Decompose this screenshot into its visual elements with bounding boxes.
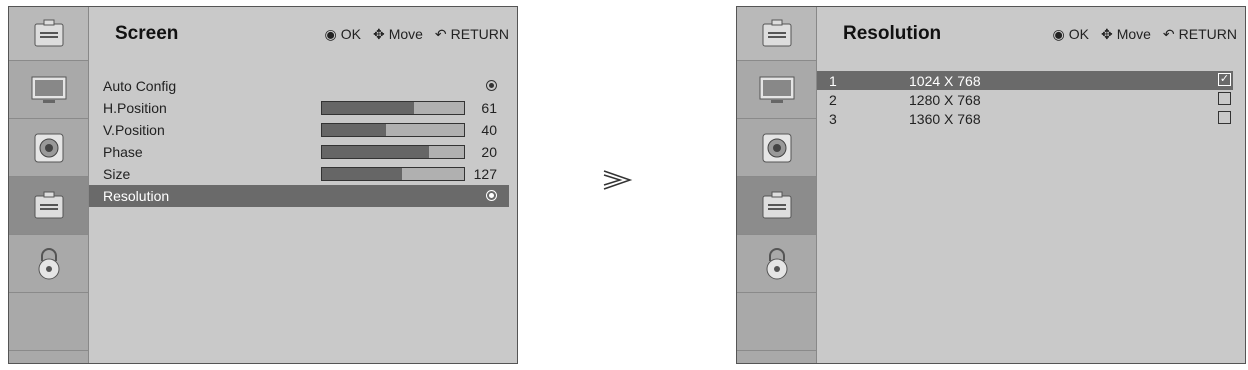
ok-icon: ◉ xyxy=(1052,25,1065,42)
sidebar-item-empty xyxy=(9,293,88,351)
key-hints: ◉ OK ✥ Move ↶ RETURN xyxy=(325,26,510,43)
sidebar-item-lock[interactable] xyxy=(9,235,88,293)
item-label: H.Position xyxy=(103,100,167,116)
resolution-option[interactable]: 1 1024 X 768 ✓ xyxy=(817,71,1233,90)
option-index: 2 xyxy=(829,91,837,108)
option-value: 1280 X 768 xyxy=(909,91,981,108)
resolution-option[interactable]: 3 1360 X 768 xyxy=(817,109,1233,128)
checkbox[interactable] xyxy=(1218,92,1231,105)
menu-item-phase[interactable]: Phase 20 xyxy=(89,141,509,163)
option-index: 1 xyxy=(829,72,837,89)
key-hints: ◉ OK ✥ Move ↶ RETURN xyxy=(1053,26,1238,43)
item-label: V.Position xyxy=(103,122,165,138)
sidebar-header xyxy=(737,7,816,61)
sidebar-header xyxy=(9,7,88,61)
level-bar[interactable] xyxy=(321,101,465,115)
item-value: 127 xyxy=(473,166,497,182)
ok-hint: OK xyxy=(1068,26,1089,42)
checkbox[interactable]: ✓ xyxy=(1218,73,1231,86)
transition-arrow xyxy=(600,168,640,192)
menu-sidebar xyxy=(9,7,89,363)
monitor-icon xyxy=(759,76,794,103)
move-icon: ✥ xyxy=(372,25,385,42)
return-hint: RETURN xyxy=(450,26,509,42)
return-icon: ↶ xyxy=(1162,25,1175,42)
screen-tools-icon xyxy=(34,191,63,218)
option-value: 1024 X 768 xyxy=(909,72,981,89)
sidebar-item-audio[interactable] xyxy=(9,119,88,177)
sidebar-item-picture[interactable] xyxy=(9,61,88,119)
screen-tools-icon xyxy=(762,191,791,218)
resolution-options-list: 1 1024 X 768 ✓ 2 1280 X 768 3 1360 X 768 xyxy=(817,71,1245,128)
menu-item-resolution[interactable]: Resolution xyxy=(89,185,509,207)
level-bar[interactable] xyxy=(321,145,465,159)
sidebar-item-picture[interactable] xyxy=(737,61,816,119)
item-value: 61 xyxy=(481,100,497,116)
item-label: Resolution xyxy=(103,188,170,204)
menu-sidebar xyxy=(737,7,817,363)
monitor-icon xyxy=(31,76,66,103)
level-bar[interactable] xyxy=(321,167,465,181)
screen-tools-icon xyxy=(762,19,791,46)
level-bar[interactable] xyxy=(321,123,465,137)
menu-item-auto-config[interactable]: Auto Config xyxy=(89,75,509,97)
move-hint: Move xyxy=(388,26,423,42)
menu-item-size[interactable]: Size 127 xyxy=(89,163,509,185)
sidebar-item-lock[interactable] xyxy=(737,235,816,293)
menu-item-h-position[interactable]: H.Position 61 xyxy=(89,97,509,119)
return-hint: RETURN xyxy=(1178,26,1237,42)
option-index: 3 xyxy=(829,110,837,127)
resolution-option[interactable]: 2 1280 X 768 xyxy=(817,90,1233,109)
speaker-icon xyxy=(34,133,63,162)
sidebar-item-audio[interactable] xyxy=(737,119,816,177)
screen-menu-panel: Screen ◉ OK ✥ Move ↶ RETURN Auto Config H.P… xyxy=(8,6,518,364)
menu-header: Screen ◉ OK ✥ Move ↶ RETURN xyxy=(89,7,517,61)
return-icon: ↶ xyxy=(434,25,447,42)
menu-header: Resolution ◉ OK ✥ Move ↶ RETURN xyxy=(817,7,1245,61)
screen-settings-list: Auto Config H.Position 61 V.Position 40 … xyxy=(89,75,517,207)
sidebar-item-screen[interactable] xyxy=(737,177,816,235)
radio-icon xyxy=(486,190,497,201)
checkbox[interactable] xyxy=(1218,111,1231,124)
item-label: Auto Config xyxy=(103,78,177,94)
item-value: 20 xyxy=(481,144,497,160)
lock-icon xyxy=(766,247,787,279)
sidebar-item-screen[interactable] xyxy=(9,177,88,235)
option-value: 1360 X 768 xyxy=(909,110,981,127)
item-label: Phase xyxy=(103,144,143,160)
sidebar-item-empty xyxy=(737,293,816,351)
menu-title: Screen xyxy=(115,23,179,44)
lock-icon xyxy=(38,247,59,279)
speaker-icon xyxy=(762,133,791,162)
menu-title: Resolution xyxy=(843,23,942,44)
radio-icon xyxy=(486,80,497,91)
ok-hint: OK xyxy=(340,26,361,42)
move-icon: ✥ xyxy=(1100,25,1113,42)
ok-icon: ◉ xyxy=(324,25,337,42)
move-hint: Move xyxy=(1116,26,1151,42)
screen-tools-icon xyxy=(34,19,63,46)
menu-item-v-position[interactable]: V.Position 40 xyxy=(89,119,509,141)
resolution-menu-panel: Resolution ◉ OK ✥ Move ↶ RETURN 1 1024 X 76… xyxy=(736,6,1246,364)
item-label: Size xyxy=(103,166,131,182)
item-value: 40 xyxy=(481,122,497,138)
double-chevron-right-icon xyxy=(603,170,633,190)
